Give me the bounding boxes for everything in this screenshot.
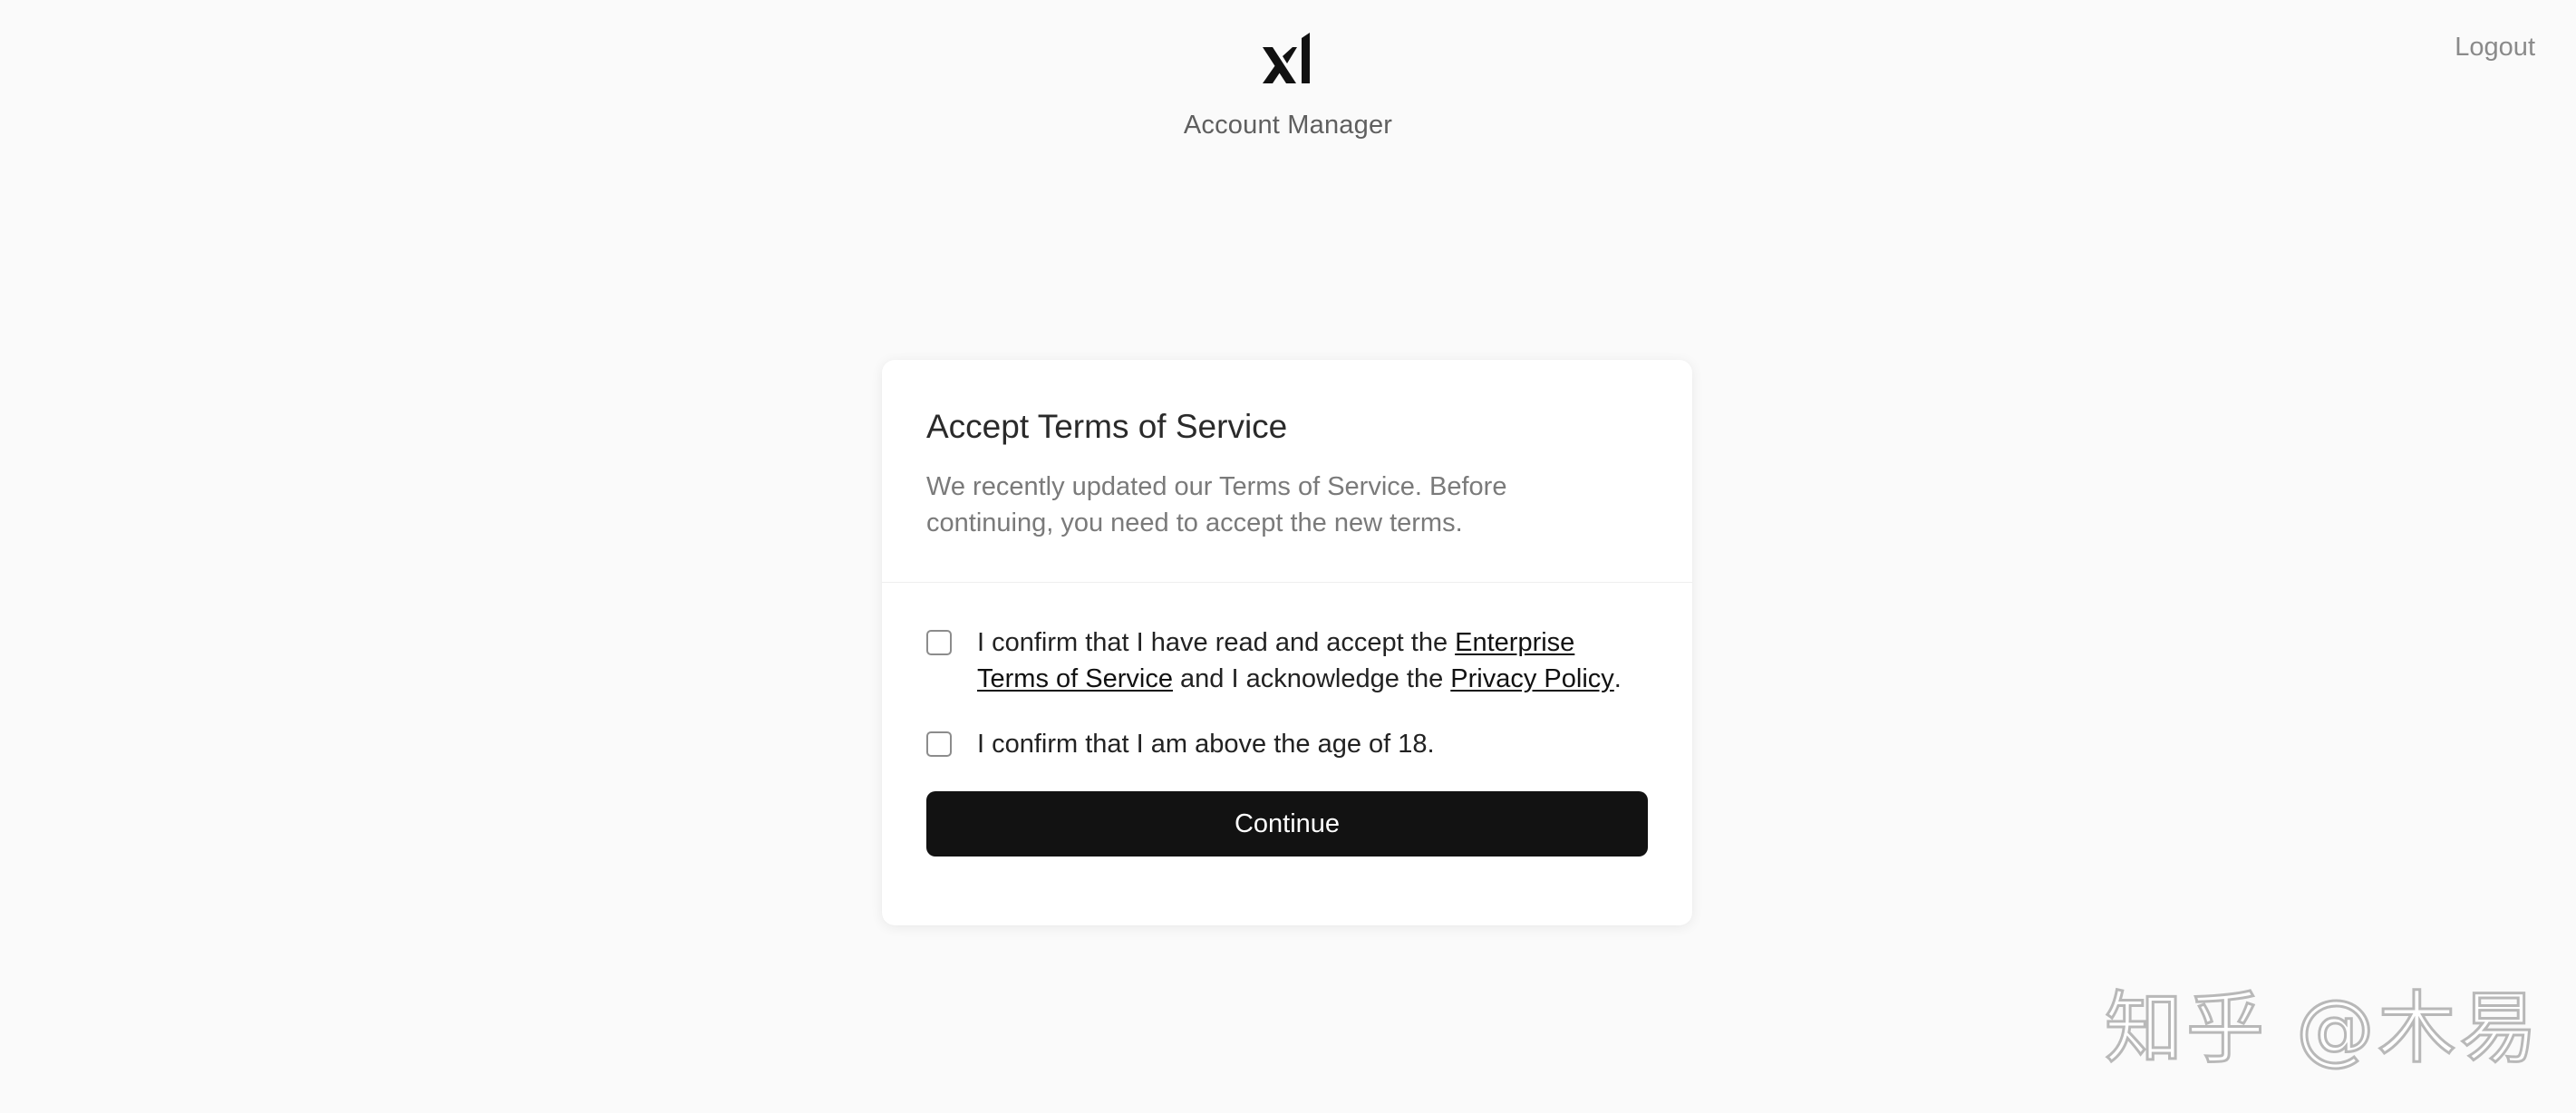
xai-logo-icon [1263,33,1310,83]
terms-checkbox-label: I confirm that I have read and accept th… [977,624,1648,697]
card-description: We recently updated our Terms of Service… [926,472,1507,537]
app-title: Account Manager [1183,111,1393,140]
privacy-policy-link[interactable]: Privacy Policy [1450,664,1614,693]
watermark: 知乎 @木易 [2103,982,2542,1076]
card-body: I confirm that I have read and accept th… [882,583,1692,857]
continue-button[interactable]: Continue [926,791,1648,857]
terms-checkbox-row: I confirm that I have read and accept th… [926,624,1648,697]
age-checkbox-row: I confirm that I am above the age of 18. [926,726,1648,762]
terms-card: Accept Terms of Service We recently upda… [882,360,1692,925]
card-title: Accept Terms of Service [926,408,1288,445]
terms-label-middle: and I acknowledge the [1172,664,1451,693]
terms-label-prefix: I confirm that I have read and accept th… [977,628,1456,657]
logout-link[interactable]: Logout [2455,33,2535,63]
age-checkbox[interactable] [926,731,952,757]
card-header: Accept Terms of Service We recently upda… [882,360,1692,583]
terms-checkbox[interactable] [926,630,952,655]
terms-label-suffix: . [1613,664,1622,693]
age-checkbox-label: I confirm that I am above the age of 18. [977,730,1435,759]
